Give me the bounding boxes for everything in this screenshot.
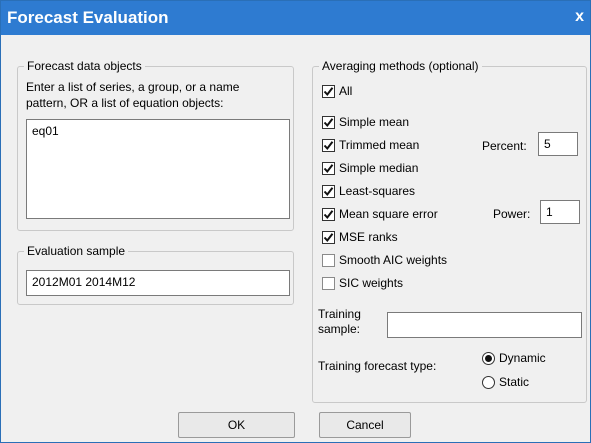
checkbox-box xyxy=(322,207,335,221)
method-checkbox-simple-mean[interactable]: Simple mean xyxy=(322,115,409,129)
checkbox-box xyxy=(322,115,335,129)
check-icon xyxy=(323,86,334,96)
method-label: MSE ranks xyxy=(339,230,398,244)
training-sample-label-line2: sample: xyxy=(318,322,361,336)
power-label: Power: xyxy=(493,207,531,221)
title-bar[interactable]: Forecast Evaluation x xyxy=(1,1,590,35)
all-label: All xyxy=(339,84,353,98)
method-checkbox-sic-weights[interactable]: SIC weights xyxy=(322,276,403,290)
method-checkbox-least-squares[interactable]: Least-squares xyxy=(322,184,415,198)
forecast-data-objects-legend: Forecast data objects xyxy=(24,59,145,73)
check-icon xyxy=(323,186,334,196)
method-checkbox-trimmed-mean[interactable]: Trimmed mean xyxy=(322,138,419,152)
method-checkbox-mean-square-error[interactable]: Mean square error xyxy=(322,207,438,221)
checkbox-box xyxy=(322,230,335,244)
method-label: Simple median xyxy=(339,161,419,175)
dialog-title: Forecast Evaluation xyxy=(7,8,169,27)
percent-label: Percent: xyxy=(482,139,527,153)
method-checkbox-smooth-aic-weights[interactable]: Smooth AIC weights xyxy=(322,253,447,267)
radio-dynamic-label: Dynamic xyxy=(499,351,546,365)
power-input[interactable]: 1 xyxy=(540,200,580,224)
evaluation-sample-input[interactable]: 2012M01 2014M12 xyxy=(26,270,290,296)
radio-circle xyxy=(482,351,495,365)
check-icon xyxy=(323,117,334,127)
method-label: SIC weights xyxy=(339,276,404,290)
checkbox-all-box xyxy=(322,84,335,98)
checkbox-box xyxy=(322,276,335,290)
radio-dynamic[interactable]: Dynamic xyxy=(482,351,546,365)
method-label: Mean square error xyxy=(339,207,438,221)
method-label: Trimmed mean xyxy=(339,138,420,152)
cancel-button[interactable]: Cancel xyxy=(319,412,411,438)
all-checkbox[interactable]: All xyxy=(322,84,352,98)
training-sample-label-line1: Training xyxy=(318,307,361,321)
evaluation-sample-legend: Evaluation sample xyxy=(24,244,129,258)
percent-input[interactable]: 5 xyxy=(538,132,578,156)
averaging-methods-legend: Averaging methods (optional) xyxy=(319,59,482,73)
check-icon xyxy=(323,209,334,219)
instruction-line-2: pattern, OR a list of equation objects: xyxy=(26,96,224,110)
radio-selected-dot xyxy=(485,354,492,362)
checkbox-box xyxy=(322,253,335,267)
radio-static[interactable]: Static xyxy=(482,375,529,389)
method-label: Simple mean xyxy=(339,115,410,129)
training-forecast-type-label: Training forecast type: xyxy=(318,359,437,373)
check-icon xyxy=(323,140,334,150)
radio-circle xyxy=(482,375,495,389)
radio-static-label: Static xyxy=(499,375,530,389)
ok-button[interactable]: OK xyxy=(178,412,295,438)
checkbox-box xyxy=(322,161,335,175)
method-checkbox-mse-ranks[interactable]: MSE ranks xyxy=(322,230,398,244)
method-checkbox-simple-median[interactable]: Simple median xyxy=(322,161,418,175)
method-label: Smooth AIC weights xyxy=(339,253,448,267)
close-icon[interactable]: x xyxy=(575,8,584,26)
check-icon xyxy=(323,163,334,173)
method-label: Least-squares xyxy=(339,184,416,198)
checkbox-box xyxy=(322,184,335,198)
training-sample-input[interactable] xyxy=(387,312,582,338)
forecast-objects-input[interactable]: eq01 xyxy=(26,119,290,219)
forecast-evaluation-dialog: Forecast Evaluation x Forecast data obje… xyxy=(0,0,591,443)
check-icon xyxy=(323,232,334,242)
instruction-line-1: Enter a list of series, a group, or a na… xyxy=(26,80,240,94)
checkbox-box xyxy=(322,138,335,152)
